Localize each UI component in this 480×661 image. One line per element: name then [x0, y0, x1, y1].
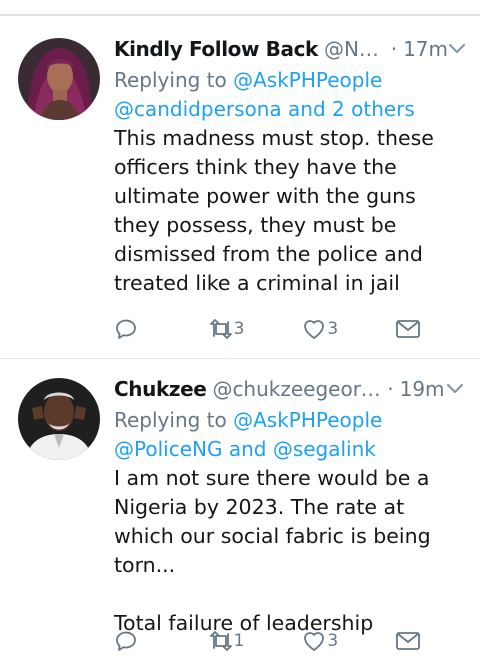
retweet-button[interactable]: 1: [208, 629, 302, 653]
mention-link[interactable]: @AskPHPeople: [233, 68, 382, 92]
retweet-count: 3: [233, 319, 245, 339]
retweet-icon: [208, 629, 234, 653]
like-button[interactable]: 3: [301, 317, 395, 341]
top-divider: [0, 14, 480, 16]
like-count: 3: [327, 631, 339, 651]
username[interactable]: @chukzeegeorge: [212, 377, 381, 401]
like-icon: [301, 317, 327, 341]
display-name[interactable]: Chukzee: [114, 377, 207, 401]
reply-icon: [114, 317, 138, 341]
dm-icon: [395, 318, 421, 340]
username[interactable]: @Naij...: [324, 37, 385, 61]
mention-link[interactable]: @AskPHPeople: [233, 408, 382, 432]
mention-and: and: [222, 437, 273, 461]
mention-link-police[interactable]: @PoliceNG: [114, 437, 222, 461]
replying-to: Replying to @AskPHPeople @candidpersona …: [114, 66, 466, 124]
display-name[interactable]: Kindly Follow Back: [114, 37, 318, 61]
like-count: 3: [327, 319, 339, 339]
replying-prefix: Replying to: [114, 408, 234, 432]
mention-link-segalink[interactable]: @segalink: [273, 437, 376, 461]
reply-button[interactable]: [114, 317, 208, 341]
tweet-text: I am not sure there would be a Nigeria b…: [114, 466, 431, 635]
action-bar: 3 3: [114, 314, 434, 344]
chevron-down-icon[interactable]: [445, 383, 466, 395]
mention-others-link[interactable]: @candidpersona and 2 others: [114, 97, 415, 121]
retweet-button[interactable]: 3: [208, 317, 302, 341]
separator: ·: [390, 37, 398, 61]
tweet-2[interactable]: Chukzee @chukzeegeorge · 19m Replying to…: [0, 362, 480, 661]
tweet-1[interactable]: Kindly Follow Back @Naij... · 17m Replyi…: [0, 22, 480, 360]
tweet-header: Chukzee @chukzeegeorge · 19m: [114, 372, 466, 406]
dm-button[interactable]: [395, 630, 434, 652]
replying-prefix: Replying to: [114, 68, 234, 92]
reply-icon: [114, 629, 138, 653]
replying-to: Replying to @AskPHPeople @PoliceNG and @…: [114, 406, 466, 464]
avatar[interactable]: [18, 38, 100, 120]
like-icon: [301, 629, 327, 653]
timestamp[interactable]: 19m: [400, 377, 445, 401]
dm-icon: [395, 630, 421, 652]
action-bar: 1 3: [114, 626, 434, 656]
reply-button[interactable]: [114, 629, 208, 653]
chevron-down-icon[interactable]: [448, 43, 466, 55]
tweet-divider: [0, 358, 480, 359]
avatar[interactable]: [18, 378, 100, 460]
tweet-text: This madness must stop. these officers t…: [114, 126, 441, 295]
timestamp[interactable]: 17m: [403, 37, 448, 61]
retweet-count: 1: [233, 631, 245, 651]
tweet-header: Kindly Follow Back @Naij... · 17m: [114, 32, 466, 66]
separator: ·: [387, 377, 394, 401]
like-button[interactable]: 3: [301, 629, 395, 653]
retweet-icon: [208, 317, 234, 341]
dm-button[interactable]: [395, 318, 434, 340]
